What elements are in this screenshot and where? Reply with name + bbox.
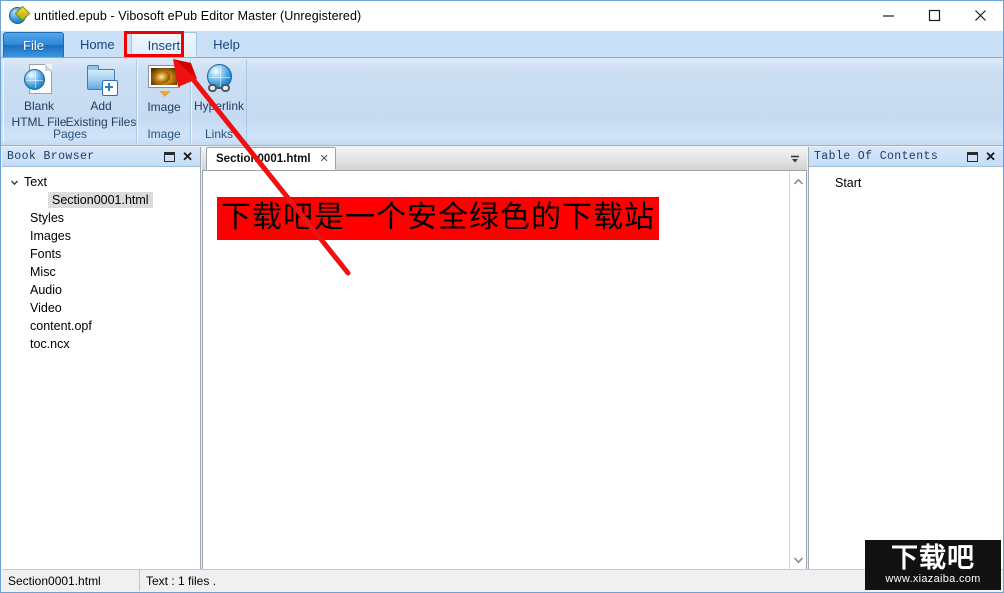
tree-item-toc-ncx[interactable]: toc.ncx <box>2 335 200 353</box>
document-tab-bar: Section0001.html ✕ <box>202 147 807 171</box>
tab-file[interactable]: File <box>3 32 64 57</box>
tree-item-audio[interactable]: Audio <box>2 281 200 299</box>
add-existing-files-icon <box>84 64 118 97</box>
tree-item-label: Styles <box>30 211 65 225</box>
add-existing-files-label-line1: Add <box>90 99 112 113</box>
watermark-url: www.xiazaiba.com <box>885 572 981 585</box>
site-watermark: 下载吧 www.xiazaiba.com <box>865 540 1001 590</box>
toc-item-start[interactable]: Start <box>809 174 1003 192</box>
tree-item-content-opf[interactable]: content.opf <box>2 317 200 335</box>
blank-html-file-button[interactable]: Blank HTML File <box>8 60 70 129</box>
status-file-name: Section0001.html <box>2 570 140 591</box>
window-title: untitled.epub - Vibosoft ePub Editor Mas… <box>34 9 362 23</box>
tree-item-fonts[interactable]: Fonts <box>2 245 200 263</box>
ribbon-group-pages: Blank HTML File Add Existing Files Pages <box>3 60 137 143</box>
application-window: untitled.epub - Vibosoft ePub Editor Mas… <box>0 0 1004 593</box>
tree-item-label: Audio <box>30 283 62 297</box>
minimize-icon[interactable] <box>865 1 911 30</box>
tree-item-label: Video <box>30 301 62 315</box>
document-tab-section0001[interactable]: Section0001.html ✕ <box>206 147 336 170</box>
window-controls <box>865 1 1003 31</box>
insert-image-label: Image <box>147 100 181 114</box>
editor-vertical-scrollbar[interactable] <box>789 171 806 570</box>
close-panel-icon[interactable]: ✕ <box>182 150 193 163</box>
insert-image-button[interactable]: Image <box>138 60 190 114</box>
ribbon-panel: Blank HTML File Add Existing Files Pages <box>1 58 1003 146</box>
tree-item-label: Text <box>24 175 47 189</box>
ribbon-tab-strip: File Home Insert Help <box>1 31 1003 58</box>
tree-item-images[interactable]: Images <box>2 227 200 245</box>
toc-item-label: Start <box>835 176 862 190</box>
highlighted-text: 下载吧是一个安全绿色的下载站 <box>217 197 659 240</box>
tree-item-text[interactable]: Text <box>2 173 200 191</box>
tab-help[interactable]: Help <box>197 32 256 57</box>
hyperlink-button[interactable]: Hyperlink <box>192 60 246 113</box>
close-panel-icon[interactable]: ✕ <box>985 150 996 163</box>
tab-home[interactable]: Home <box>64 32 131 57</box>
tree-item-label: Section0001.html <box>48 192 153 208</box>
tree-item-section0001[interactable]: Section0001.html <box>2 191 200 209</box>
maximize-icon[interactable] <box>911 1 957 30</box>
float-panel-icon[interactable] <box>967 151 979 162</box>
ribbon-group-links: Hyperlink Links <box>191 60 247 143</box>
tree-item-label: Misc <box>30 265 56 279</box>
book-browser-panel: Book Browser ✕ Text Section0001.html Sty… <box>2 147 201 571</box>
book-browser-title-bar: Book Browser ✕ <box>2 147 200 167</box>
watermark-brand: 下载吧 <box>891 542 975 574</box>
document-page[interactable]: 下载吧是一个安全绿色的下载站 <box>202 171 807 571</box>
tree-item-styles[interactable]: Styles <box>2 209 200 227</box>
ribbon-group-label-image: Image <box>147 127 181 141</box>
ribbon-group-image: Image Image <box>137 60 191 143</box>
tree-item-misc[interactable]: Misc <box>2 263 200 281</box>
tree-item-video[interactable]: Video <box>2 299 200 317</box>
close-icon[interactable] <box>957 1 1003 30</box>
scroll-up-icon[interactable] <box>790 173 806 190</box>
toc-title-bar: Table Of Contents ✕ <box>809 147 1003 167</box>
hyperlink-label: Hyperlink <box>193 99 244 113</box>
tree-item-label: toc.ncx <box>30 337 70 351</box>
book-browser-tree: Text Section0001.html Styles Images Font… <box>2 167 200 353</box>
blank-html-file-icon <box>22 64 56 97</box>
scroll-down-icon[interactable] <box>790 551 806 568</box>
hyperlink-icon <box>202 64 236 97</box>
editor-area: Section0001.html ✕ 下载吧是一个安全绿色的下载站 <box>202 147 807 571</box>
toc-list: Start <box>809 167 1003 192</box>
title-bar: untitled.epub - Vibosoft ePub Editor Mas… <box>1 1 1003 31</box>
tree-item-label: Images <box>30 229 71 243</box>
insert-image-icon <box>147 64 181 97</box>
chevron-down-icon[interactable] <box>6 178 22 187</box>
status-bar: Section0001.html Text : 1 files . <box>2 569 1003 591</box>
blank-html-file-label-line1: Blank <box>23 99 55 113</box>
table-of-contents-panel: Table Of Contents ✕ Start <box>808 147 1003 571</box>
image-dropdown-arrow-icon[interactable] <box>159 91 171 97</box>
document-body[interactable]: 下载吧是一个安全绿色的下载站 <box>203 171 788 570</box>
add-existing-files-button[interactable]: Add Existing Files <box>66 60 136 129</box>
book-browser-title: Book Browser <box>7 150 95 163</box>
tab-list-dropdown-icon[interactable] <box>787 151 803 167</box>
float-panel-icon[interactable] <box>164 151 176 162</box>
ribbon-group-label-pages: Pages <box>52 127 88 141</box>
tree-item-label: content.opf <box>30 319 92 333</box>
ribbon-group-label-links: Links <box>204 127 233 141</box>
document-tab-label: Section0001.html <box>216 152 311 165</box>
tree-item-label: Fonts <box>30 247 62 261</box>
close-tab-icon[interactable]: ✕ <box>320 153 329 164</box>
tab-insert[interactable]: Insert <box>130 32 198 57</box>
epub-editor-icon <box>9 5 31 25</box>
toc-title: Table Of Contents <box>814 150 939 163</box>
